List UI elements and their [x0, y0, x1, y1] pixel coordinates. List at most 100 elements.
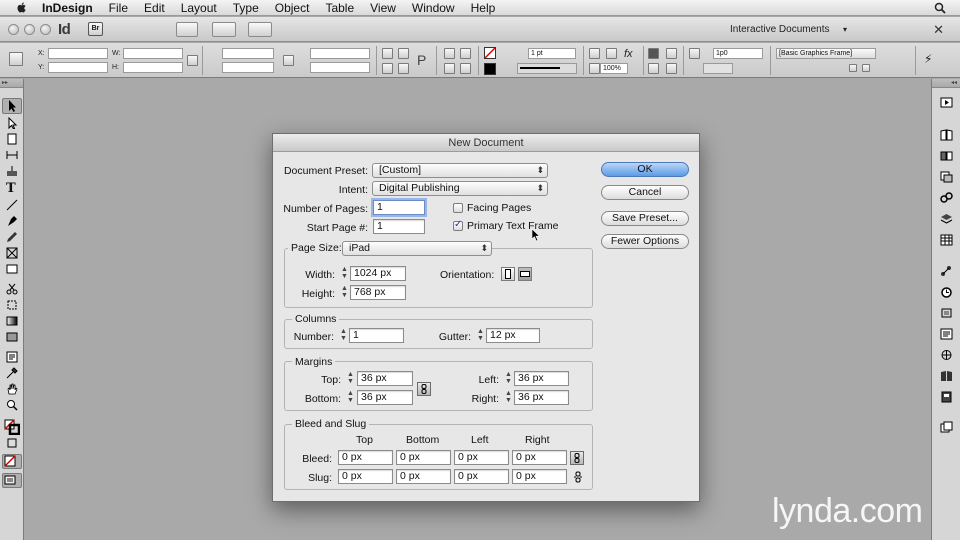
- rotation-field[interactable]: [310, 48, 370, 59]
- stroke-swatch-icon[interactable]: [484, 63, 496, 75]
- zoom-tool-icon[interactable]: [6, 399, 18, 411]
- tools-panel-header[interactable]: ▸▸: [0, 79, 23, 88]
- landscape-orientation-button[interactable]: [518, 267, 532, 281]
- width-field[interactable]: 1024 px: [350, 266, 406, 281]
- pen-tool-icon[interactable]: [6, 215, 18, 227]
- media-panel-icon[interactable]: [940, 391, 953, 403]
- gap-field[interactable]: 1p0: [713, 48, 763, 59]
- layers-stack-icon[interactable]: [940, 150, 953, 162]
- column-number-stepper[interactable]: ▲ ▼: [339, 328, 348, 343]
- height-stepper[interactable]: ▲ ▼: [340, 285, 349, 300]
- gutter-stepper[interactable]: ▲ ▼: [476, 328, 485, 343]
- save-preset-button[interactable]: Save Preset...: [601, 211, 689, 226]
- menu-layout[interactable]: Layout: [173, 0, 225, 16]
- cancel-button[interactable]: Cancel: [601, 185, 689, 200]
- margin-left-field[interactable]: 36 px: [514, 371, 569, 386]
- x-field[interactable]: [48, 48, 108, 59]
- reference-point-icon[interactable]: [9, 52, 23, 66]
- drop-shadow-icon[interactable]: [589, 48, 600, 59]
- menu-window[interactable]: Window: [404, 0, 463, 16]
- fill-swatch-icon[interactable]: [484, 47, 496, 59]
- type-tool-icon[interactable]: T: [6, 182, 18, 195]
- text-wrap-none-icon[interactable]: [648, 48, 659, 59]
- facing-pages-label[interactable]: Facing Pages: [467, 202, 531, 214]
- slug-top-field[interactable]: 0 px: [338, 469, 393, 484]
- scissors-icon[interactable]: [6, 283, 18, 295]
- scale-y-field[interactable]: [222, 62, 274, 73]
- lightning-icon[interactable]: ⚡: [924, 52, 932, 66]
- bridge-button[interactable]: Br: [88, 22, 103, 36]
- margin-top-field[interactable]: 36 px: [357, 371, 413, 386]
- arrange-documents-button[interactable]: [248, 22, 272, 37]
- margin-right-field[interactable]: 36 px: [514, 390, 569, 405]
- close-icon[interactable]: ✕: [933, 22, 944, 38]
- page-size-select[interactable]: iPad: [342, 241, 492, 256]
- primary-text-frame-label[interactable]: Primary Text Frame: [467, 220, 558, 232]
- swatches-panel-icon[interactable]: [940, 234, 953, 246]
- line-tool-icon[interactable]: [6, 199, 18, 211]
- text-wrap-box-icon[interactable]: [666, 48, 677, 59]
- fill-stroke-icon[interactable]: [4, 419, 20, 435]
- preview-panel-icon[interactable]: [940, 97, 953, 109]
- rectangle-frame-icon[interactable]: [6, 247, 18, 259]
- buttons-forms-icon[interactable]: [940, 328, 953, 340]
- hand-tool-icon[interactable]: [6, 383, 18, 395]
- broken-chain-icon[interactable]: [572, 471, 584, 483]
- direct-selection-icon[interactable]: [6, 117, 18, 129]
- spotlight-search-icon[interactable]: [934, 2, 946, 14]
- menu-app[interactable]: InDesign: [42, 0, 101, 16]
- view-options-button[interactable]: [176, 22, 198, 37]
- gradient-swatch-icon[interactable]: [6, 315, 18, 327]
- flip-vertical-icon[interactable]: [398, 63, 409, 74]
- make-bleed-same-button[interactable]: [570, 451, 584, 465]
- page-transitions-icon[interactable]: [940, 421, 953, 433]
- apple-icon[interactable]: [14, 1, 30, 14]
- slug-right-field[interactable]: 0 px: [512, 469, 567, 484]
- bookmarks-icon[interactable]: [940, 370, 953, 382]
- formatting-affects-container-icon[interactable]: [6, 437, 18, 449]
- gutter-field[interactable]: 12 px: [486, 328, 540, 343]
- menu-file[interactable]: File: [101, 0, 136, 16]
- effects-icon[interactable]: [606, 48, 617, 59]
- apply-none-button[interactable]: [2, 454, 22, 469]
- screen-mode-button[interactable]: [2, 473, 22, 488]
- scale-x-field[interactable]: [222, 48, 274, 59]
- selection-tool[interactable]: [2, 98, 22, 114]
- document-preset-select[interactable]: [Custom]: [372, 163, 548, 178]
- slug-left-field[interactable]: 0 px: [454, 469, 509, 484]
- screen-mode-button[interactable]: [212, 22, 236, 37]
- ok-button[interactable]: OK: [601, 162, 689, 177]
- width-stepper[interactable]: ▲ ▼: [340, 266, 349, 281]
- constrain-proportions-icon[interactable]: [187, 55, 198, 66]
- constrain-scale-icon[interactable]: [283, 55, 294, 66]
- bleed-left-field[interactable]: 0 px: [454, 450, 509, 465]
- primary-text-frame-checkbox[interactable]: [453, 219, 463, 231]
- rotate-ccw-icon[interactable]: [398, 48, 409, 59]
- intent-select[interactable]: Digital Publishing: [372, 181, 548, 196]
- timing-panel-icon[interactable]: [940, 286, 953, 298]
- menu-view[interactable]: View: [362, 0, 404, 16]
- eyedropper-icon[interactable]: [6, 367, 18, 379]
- workspace-switcher[interactable]: Interactive Documents: [722, 20, 877, 39]
- object-states-icon[interactable]: [940, 307, 953, 319]
- menu-help[interactable]: Help: [463, 0, 504, 16]
- slug-bottom-field[interactable]: 0 px: [396, 469, 451, 484]
- select-previous-icon[interactable]: [460, 48, 471, 59]
- flip-horizontal-icon[interactable]: [382, 63, 393, 74]
- bleed-bottom-field[interactable]: 0 px: [396, 450, 451, 465]
- margin-bottom-field[interactable]: 36 px: [357, 390, 413, 405]
- page-tool-icon[interactable]: [6, 133, 18, 145]
- note-tool-icon[interactable]: [6, 351, 18, 363]
- clear-overrides-icon[interactable]: [849, 64, 857, 72]
- make-margins-same-button[interactable]: [417, 382, 431, 396]
- menu-object[interactable]: Object: [267, 0, 318, 16]
- new-style-icon[interactable]: [862, 64, 870, 72]
- select-next-icon[interactable]: [460, 63, 471, 74]
- gap-tool-icon[interactable]: [689, 48, 700, 59]
- h-field[interactable]: [123, 62, 183, 73]
- margin-left-stepper[interactable]: ▲ ▼: [504, 371, 513, 386]
- height-field[interactable]: 768 px: [350, 285, 406, 300]
- margin-top-stepper[interactable]: ▲ ▼: [346, 371, 355, 386]
- shear-field[interactable]: [310, 62, 370, 73]
- margin-bottom-stepper[interactable]: ▲ ▼: [346, 390, 355, 405]
